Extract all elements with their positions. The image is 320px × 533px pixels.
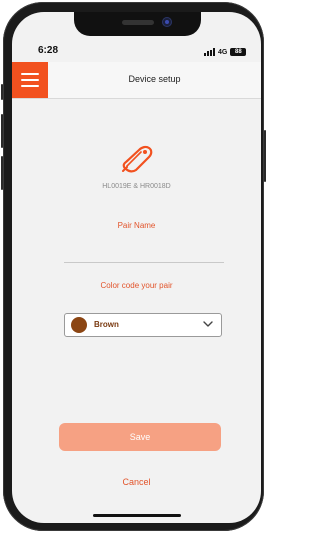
power-button xyxy=(264,130,266,182)
color-code-label: Color code your pair xyxy=(100,281,173,290)
app-header: Device setup xyxy=(12,62,261,99)
volume-up-button xyxy=(1,114,3,148)
camera-icon xyxy=(162,17,172,27)
phone-frame: 6:28 4G 88 Device setup HL0019E & HR0018… xyxy=(1,2,266,531)
signal-icon xyxy=(204,48,215,56)
color-swatch xyxy=(71,317,87,333)
speaker xyxy=(122,20,154,25)
save-button[interactable]: Save xyxy=(59,423,221,451)
mute-switch xyxy=(1,84,3,100)
cancel-button[interactable]: Cancel xyxy=(12,477,261,487)
hearing-aid-icon xyxy=(122,145,153,173)
page-title: Device setup xyxy=(128,74,181,84)
status-time: 6:28 xyxy=(38,45,59,56)
volume-down-button xyxy=(1,156,3,190)
network-type: 4G xyxy=(218,48,228,56)
hamburger-menu-button[interactable] xyxy=(12,62,48,98)
status-indicators: 4G 88 xyxy=(204,47,247,57)
color-code-select[interactable]: Brown xyxy=(64,313,222,337)
hamburger-menu-icon xyxy=(21,73,39,75)
chevron-down-icon xyxy=(203,321,213,327)
device-id-text: HL0019E & HR0018D xyxy=(102,183,171,190)
app-screen: 6:28 4G 88 Device setup HL0019E & HR0018… xyxy=(12,12,261,523)
home-indicator xyxy=(93,514,181,517)
pair-name-label: Pair Name xyxy=(117,221,156,230)
notch xyxy=(74,12,201,36)
battery-icon: 88 xyxy=(230,48,247,56)
selected-color-value: Brown xyxy=(94,320,119,329)
pair-name-input[interactable] xyxy=(64,240,224,263)
